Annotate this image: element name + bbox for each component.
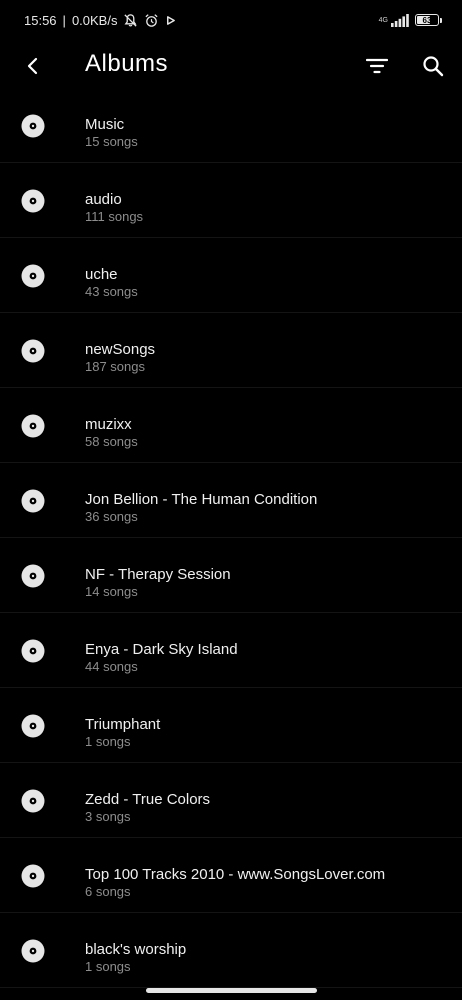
album-song-count: 15 songs [85,134,138,149]
album-song-count: 3 songs [85,809,131,824]
play-icon [165,15,176,26]
battery-cap [440,17,442,23]
album-title: Top 100 Tracks 2010 - www.SongsLover.com [85,866,386,883]
album-row[interactable]: black's worship 1 songs [0,913,462,988]
album-title: newSongs [85,341,156,358]
disc-icon [21,564,45,588]
mute-bell-icon [123,13,138,28]
album-title: Zedd - True Colors [85,791,211,808]
album-song-count: 43 songs [85,284,138,299]
home-indicator[interactable] [146,988,317,993]
page-title: Albums [85,50,169,77]
back-arrow-icon [27,57,38,75]
album-song-count: 44 songs [85,659,138,674]
disc-icon [21,489,45,513]
status-time: 15:56 [24,12,57,28]
search-icon [423,56,444,77]
back-button[interactable] [18,52,48,80]
album-song-count: 1 songs [85,959,131,974]
album-song-count: 187 songs [85,359,145,374]
album-row[interactable]: Triumphant 1 songs [0,688,462,763]
status-separator: | [62,12,66,28]
status-right: 4G 63 [378,13,442,27]
album-title: Jon Bellion - The Human Condition [85,491,318,508]
network-type: 4G [378,16,388,24]
status-bar: 15:56 | 0.0KB/s 4G 63 [0,0,462,40]
album-title: muzixx [85,416,132,433]
battery-body: 63 [415,14,439,26]
battery-icon: 63 [415,14,442,26]
album-title: Enya - Dark Sky Island [85,641,238,658]
battery-level: 63 [422,15,432,25]
album-title: NF - Therapy Session [85,566,231,583]
album-title: Triumphant [85,716,161,733]
album-title: uche [85,266,118,283]
album-row[interactable]: Top 100 Tracks 2010 - www.SongsLover.com… [0,838,462,913]
album-row[interactable]: Enya - Dark Sky Island 44 songs [0,613,462,688]
disc-icon [21,789,45,813]
filter-button[interactable] [362,52,392,80]
album-title: audio [85,191,122,208]
album-row[interactable]: NF - Therapy Session 14 songs [0,538,462,613]
album-row[interactable]: Music 15 songs [0,88,462,163]
album-song-count: 58 songs [85,434,138,449]
album-song-count: 36 songs [85,509,138,524]
disc-icon [21,639,45,663]
album-row[interactable]: Jon Bellion - The Human Condition 36 son… [0,463,462,538]
filter-icon [366,58,388,74]
disc-icon [21,864,45,888]
album-list: Music 15 songs audio 111 songs uche 43 s… [0,88,462,988]
network-speed: 0.0KB/s [71,12,118,28]
search-button[interactable] [418,52,448,80]
album-title: black's worship [85,941,187,958]
disc-icon [21,264,45,288]
album-song-count: 6 songs [85,884,131,899]
status-left: 15:56 | 0.0KB/s [24,13,176,28]
disc-icon [21,339,45,363]
album-row[interactable]: Zedd - True Colors 3 songs [0,763,462,838]
alarm-icon [144,13,159,28]
album-row[interactable]: newSongs 187 songs [0,313,462,388]
disc-icon [21,939,45,963]
album-title: Music [85,116,125,133]
disc-icon [21,189,45,213]
signal-icon [391,13,409,27]
app-bar: Albums [0,40,462,92]
album-song-count: 1 songs [85,734,131,749]
disc-icon [21,714,45,738]
album-song-count: 111 songs [85,209,144,224]
album-row[interactable]: muzixx 58 songs [0,388,462,463]
disc-icon [21,414,45,438]
album-row[interactable]: audio 111 songs [0,163,462,238]
album-song-count: 14 songs [85,584,138,599]
disc-icon [21,114,45,138]
album-row[interactable]: uche 43 songs [0,238,462,313]
